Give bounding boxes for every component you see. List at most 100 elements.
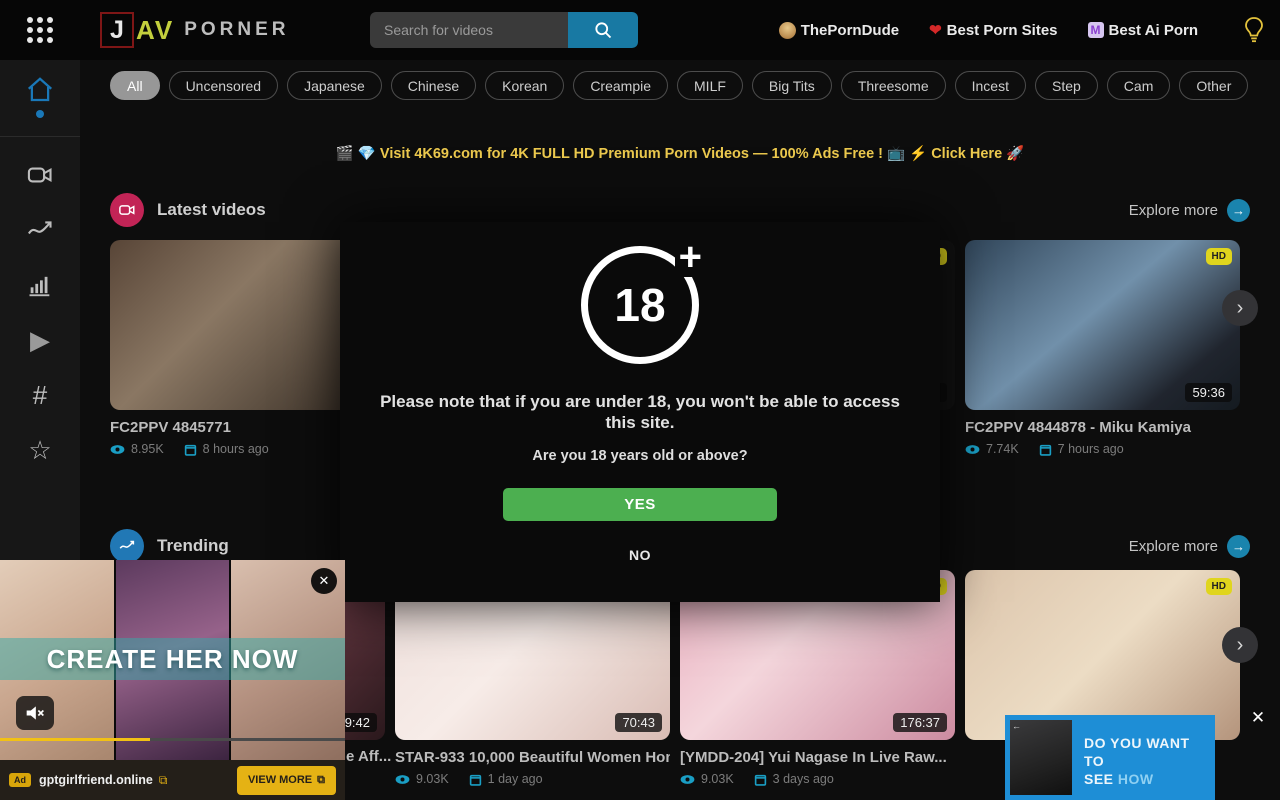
ad-domain-link[interactable]: gptgirlfriend.online (39, 773, 153, 787)
link-theporndude[interactable]: ThePornDude (779, 22, 899, 39)
page: J AV PORNER ThePornDude ❤ Best Porn Site… (0, 0, 1280, 800)
chip-big-tits[interactable]: Big Tits (752, 71, 832, 100)
chip-step[interactable]: Step (1035, 71, 1098, 100)
explore-more-trending[interactable]: Explore more → (1129, 535, 1250, 558)
age-warning-message: Please note that if you are under 18, yo… (367, 392, 913, 434)
view-more-button[interactable]: VIEW MORE ⧉ (237, 766, 336, 795)
sidebar-item-favorites[interactable]: ☆ (0, 422, 80, 477)
video-card[interactable]: HD 59:36 FC2PPV 4844878 - Miku Kamiya 7.… (965, 240, 1240, 456)
chip-cam[interactable]: Cam (1107, 71, 1171, 100)
yes-button[interactable]: YES (503, 488, 777, 521)
logo-av: AV (136, 15, 174, 46)
hd-badge: HD (1206, 578, 1232, 595)
site-logo[interactable]: J AV PORNER (100, 12, 290, 48)
ad-text-line1: DO YOU WANT TO (1084, 735, 1190, 769)
views-icon (680, 774, 695, 785)
video-title[interactable]: STAR-933 10,000 Beautiful Women Honj... (395, 749, 670, 766)
ad-cta-band[interactable]: CREATE HER NOW (0, 638, 345, 680)
video-thumbnail[interactable]: HD 59:36 (965, 240, 1240, 410)
back-arrow-icon: ← (1012, 721, 1021, 731)
porndude-icon (779, 22, 796, 39)
duration-badge: 176:37 (893, 713, 947, 732)
ad-text-line2-light: HOW (1118, 771, 1154, 787)
chip-milf[interactable]: MILF (677, 71, 743, 100)
video-meta: 7.74K 7 hours ago (965, 442, 1240, 456)
video-card[interactable]: HD 70:43 STAR-933 10,000 Beautiful Women… (395, 570, 670, 786)
close-icon[interactable]: ✕ (311, 568, 337, 594)
section-title: Latest videos (157, 200, 266, 220)
calendar-icon (754, 773, 767, 786)
link-label: Best Ai Porn (1109, 22, 1198, 39)
lightbulb-icon[interactable] (1242, 16, 1266, 44)
upload-date: 8 hours ago (203, 442, 269, 456)
chip-all[interactable]: All (110, 71, 160, 100)
hd-badge: HD (1206, 248, 1232, 265)
ad-info-bar: Ad gptgirlfriend.online ⧉ VIEW MORE ⧉ (0, 760, 345, 800)
views-icon (965, 444, 980, 455)
scroll-right-button-trending[interactable]: › (1222, 627, 1258, 663)
heart-icon: ❤ (929, 21, 942, 39)
search-input[interactable] (370, 12, 568, 48)
chip-uncensored[interactable]: Uncensored (169, 71, 279, 100)
search-button[interactable] (568, 12, 638, 48)
header: J AV PORNER ThePornDude ❤ Best Porn Site… (0, 0, 1280, 60)
ad-video-area[interactable]: CREATE HER NOW ✕ (0, 560, 345, 760)
apps-grid-icon[interactable] (0, 17, 80, 43)
play-icon: ▶ (30, 327, 50, 353)
chip-other[interactable]: Other (1179, 71, 1248, 100)
sidebar-item-trending[interactable] (0, 202, 80, 257)
sidebar-item-playlists[interactable]: ▶ (0, 312, 80, 367)
hashtag-icon: # (33, 382, 47, 408)
logo-j: J (100, 12, 134, 48)
views-count: 9.03K (416, 772, 449, 786)
scroll-right-button-latest[interactable]: › (1222, 290, 1258, 326)
chip-japanese[interactable]: Japanese (287, 71, 382, 100)
ad-cta-text: CREATE HER NOW (47, 644, 299, 675)
chip-threesome[interactable]: Threesome (841, 71, 946, 100)
arrow-right-icon: → (1227, 535, 1250, 558)
sidebar-item-home[interactable] (0, 60, 80, 132)
star-icon: ☆ (28, 437, 51, 463)
duration-badge: 70:43 (615, 713, 662, 732)
sidebar-item-videos[interactable] (0, 147, 80, 202)
sidebar-item-tags[interactable]: # (0, 367, 80, 422)
home-icon (25, 75, 55, 105)
chip-chinese[interactable]: Chinese (391, 71, 476, 100)
chip-incest[interactable]: Incest (955, 71, 1026, 100)
views-icon (110, 444, 125, 455)
video-camera-icon (26, 161, 54, 189)
left-video-ad: CREATE HER NOW ✕ Ad gptgirlfriend.online… (0, 560, 345, 800)
arrow-right-icon: → (1227, 199, 1250, 222)
chip-korean[interactable]: Korean (485, 71, 564, 100)
link-label: ThePornDude (801, 22, 899, 39)
video-title[interactable]: [YMDD-204] Yui Nagase In Live Raw... (680, 749, 955, 766)
ad-progress-bar[interactable] (0, 738, 345, 741)
video-meta: 9.03K 3 days ago (680, 772, 955, 786)
ad-text-line2: SEE (1084, 771, 1114, 787)
search-icon (593, 20, 613, 40)
explore-more-latest[interactable]: Explore more → (1129, 199, 1250, 222)
link-best-porn-sites[interactable]: ❤ Best Porn Sites (929, 21, 1057, 39)
link-label: Best Porn Sites (947, 22, 1058, 39)
age-verification-modal: 18 + Please note that if you are under 1… (340, 222, 940, 602)
sidebar-item-rankings[interactable] (0, 257, 80, 312)
explore-label: Explore more (1129, 538, 1218, 555)
views-count: 8.95K (131, 442, 164, 456)
search-bar (370, 12, 638, 48)
close-icon[interactable]: ✕ (1246, 706, 1270, 730)
no-button[interactable]: NO (340, 547, 940, 563)
views-icon (395, 774, 410, 785)
video-title[interactable]: e Aff... (346, 748, 391, 765)
video-title[interactable]: FC2PPV 4844878 - Miku Kamiya (965, 419, 1240, 436)
views-count: 9.03K (701, 772, 734, 786)
chip-creampie[interactable]: Creampie (573, 71, 668, 100)
promo-banner-link[interactable]: 🎬 💎 Visit 4K69.com for 4K FULL HD Premiu… (110, 145, 1250, 162)
link-best-ai-porn[interactable]: M Best Ai Porn (1088, 22, 1198, 39)
ad-progress-fill (0, 738, 150, 741)
right-banner-ad[interactable]: ← DO YOU WANT TO SEE HOW (1005, 715, 1215, 800)
upload-date: 7 hours ago (1058, 442, 1124, 456)
calendar-icon (184, 443, 197, 456)
video-card[interactable]: HD 176:37 [YMDD-204] Yui Nagase In Live … (680, 570, 955, 786)
age-18-plus-icon: 18 + (581, 246, 699, 364)
muted-speaker-icon[interactable] (16, 696, 54, 730)
